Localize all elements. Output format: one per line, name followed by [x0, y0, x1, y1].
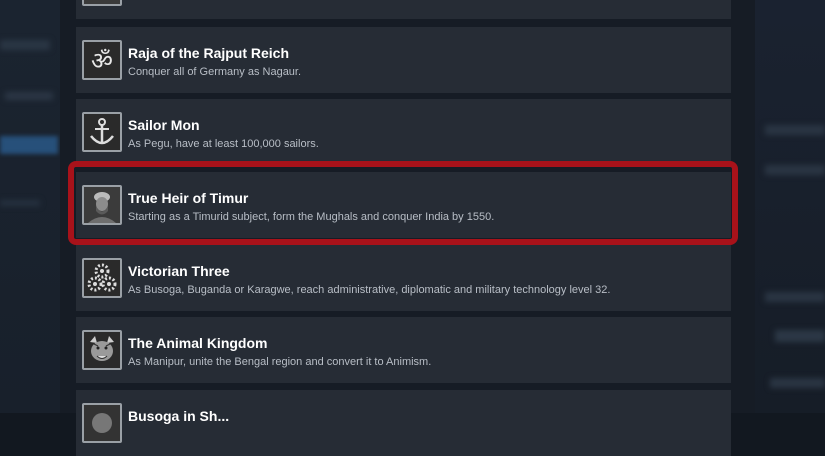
background-right-blur — [755, 0, 825, 413]
achievement-row-raja-of-the-rajput-reich[interactable]: ॐ Raja of the Rajput Reich Conquer all o… — [76, 27, 731, 93]
achievement-title: The Animal Kingdom — [128, 335, 268, 351]
achievement-description: As Busoga, Buganda or Karagwe, reach adm… — [128, 284, 611, 296]
achievement-title: Busoga in Sh... — [128, 408, 230, 424]
achievement-row-sailor-mon[interactable]: Sailor Mon As Pegu, have at least 100,00… — [76, 99, 731, 165]
tiger-head-icon — [82, 330, 122, 370]
achievement-row-the-animal-kingdom[interactable]: The Animal Kingdom As Manipur, unite the… — [76, 317, 731, 383]
achievement-title: Victorian Three — [128, 263, 230, 279]
anchor-icon — [82, 112, 122, 152]
achievement-description: Starting as a Timurid subject, form the … — [128, 211, 495, 223]
achievement-row[interactable] — [76, 0, 731, 19]
achievement-title: True Heir of Timur — [128, 190, 249, 206]
achievement-row-true-heir-of-timur[interactable]: True Heir of Timur Starting as a Timurid… — [76, 172, 731, 238]
achievement-title: Sailor Mon — [128, 117, 200, 133]
achievement-description: As Pegu, have at least 100,000 sailors. — [128, 138, 319, 150]
achievement-row-victorian-three[interactable]: Victorian Three As Busoga, Buganda or Ka… — [76, 245, 731, 311]
achievement-icon — [82, 0, 122, 6]
achievement-title: Raja of the Rajput Reich — [128, 45, 290, 61]
timur-portrait-icon — [82, 185, 122, 225]
achievement-description: Conquer all of Germany as Nagaur. — [128, 66, 302, 78]
background-left-blur — [0, 0, 62, 413]
svg-text:ॐ: ॐ — [91, 47, 113, 75]
achievement-description: As Manipur, unite the Bengal region and … — [128, 356, 432, 368]
gears-icon — [82, 258, 122, 298]
achievement-icon — [82, 403, 122, 443]
om-symbol-icon: ॐ — [82, 40, 122, 80]
achievement-row[interactable]: Busoga in Sh... — [76, 390, 731, 456]
